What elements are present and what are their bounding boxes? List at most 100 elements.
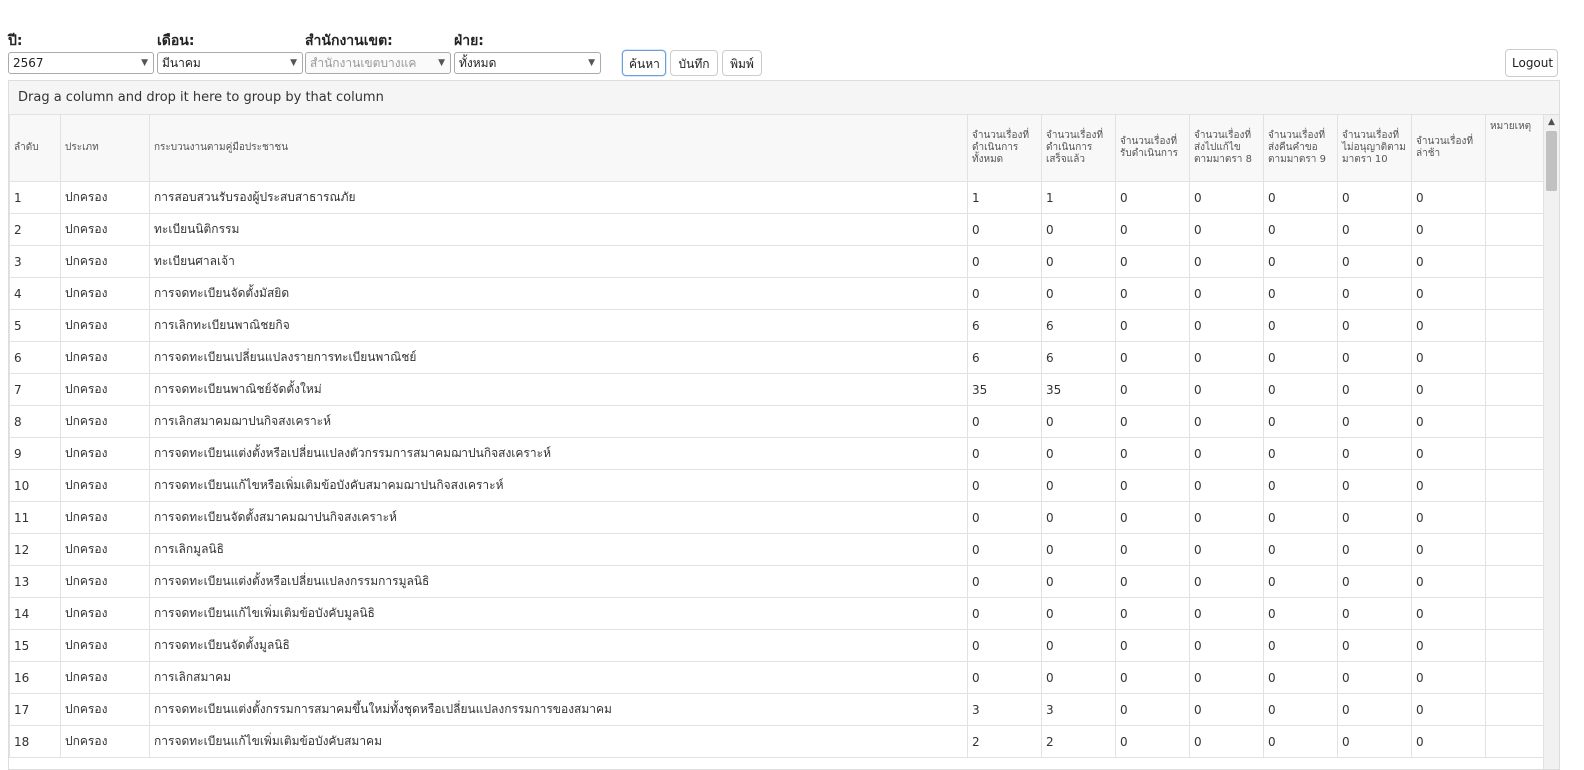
column-header-1[interactable]: ประเภท <box>60 114 150 182</box>
table-cell: 0 <box>1115 181 1190 214</box>
table-cell: การจดทะเบียนแก้ไขหรือเพิ่มเติมข้อบังคับส… <box>149 469 968 502</box>
table-cell: 0 <box>1411 245 1486 278</box>
table-cell: 0 <box>967 565 1042 598</box>
table-cell: การจดทะเบียนจัดตั้งมูลนิธิ <box>149 629 968 662</box>
table-cell: การสอบสวนรับรองผู้ประสบสาธารณภัย <box>149 181 968 214</box>
table-row[interactable]: 3 ปกครอง ทะเบียนศาลเจ้า 0 0 0 0 0 0 0 <box>9 245 1545 278</box>
table-cell: 6 <box>1041 309 1116 342</box>
table-cell: 1 <box>1041 181 1116 214</box>
table-row[interactable]: 16 ปกครอง การเลิกสมาคม 0 0 0 0 0 0 0 <box>9 661 1545 694</box>
table-cell: ปกครอง <box>60 309 150 342</box>
table-cell: 0 <box>1263 373 1338 406</box>
table-row[interactable]: 2 ปกครอง ทะเบียนนิติกรรม 0 0 0 0 0 0 0 <box>9 213 1545 246</box>
table-cell: การจดทะเบียนแต่งตั้งกรรมการสมาคมขึ้นใหม่… <box>149 693 968 726</box>
district-select[interactable]: สำนักงานเขตบางแค ▼ <box>305 52 451 74</box>
month-select[interactable]: มีนาคม ▼ <box>157 52 303 74</box>
division-select[interactable]: ทั้งหมด ▼ <box>454 52 601 74</box>
table-cell: การจดทะเบียนเปลี่ยนแปลงรายการทะเบียนพาณิ… <box>149 341 968 374</box>
table-cell: 0 <box>1411 213 1486 246</box>
chevron-down-icon: ▼ <box>588 58 595 68</box>
table-cell: 35 <box>967 373 1042 406</box>
table-cell: 0 <box>1041 437 1116 470</box>
column-header-0[interactable]: ลำดับ <box>9 114 61 182</box>
table-cell: 0 <box>1041 565 1116 598</box>
table-cell: 0 <box>1189 469 1264 502</box>
table-cell: 0 <box>1337 693 1412 726</box>
table-row[interactable]: 15 ปกครอง การจดทะเบียนจัดตั้งมูลนิธิ 0 0 0 0 0 0… <box>9 629 1545 662</box>
table-row[interactable]: 1 ปกครอง การสอบสวนรับรองผู้ประสบสาธารณภัย 1… <box>9 181 1545 214</box>
table-cell: 16 <box>9 661 61 694</box>
table-cell: ปกครอง <box>60 373 150 406</box>
scrollbar-thumb[interactable] <box>1546 131 1557 191</box>
table-row[interactable]: 4 ปกครอง การจดทะเบียนจัดตั้งมัสยิด 0 0 0 0 0 0 0 <box>9 277 1545 310</box>
table-cell: 14 <box>9 597 61 630</box>
table-cell: การเลิกสมาคมฌาปนกิจสงเคราะห์ <box>149 405 968 438</box>
table-cell: ปกครอง <box>60 693 150 726</box>
chevron-down-icon: ▼ <box>438 58 445 68</box>
table-row[interactable]: 9 ปกครอง การจดทะเบียนแต่งตั้งหรือเปลี่ยนแป… <box>9 437 1545 470</box>
table-row[interactable]: 10 ปกครอง การจดทะเบียนแก้ไขหรือเพิ่มเติมข้… <box>9 469 1545 502</box>
table-cell: 0 <box>1411 181 1486 214</box>
group-by-panel[interactable]: Drag a column and drop it here to group … <box>9 81 1559 115</box>
table-cell: 6 <box>9 341 61 374</box>
table-cell: 0 <box>1041 245 1116 278</box>
table-cell: ปกครอง <box>60 501 150 534</box>
vertical-scrollbar[interactable]: ▲ <box>1543 115 1559 769</box>
column-header-9[interactable]: จำนวนเรื่องที่ล่าช้า <box>1411 114 1486 182</box>
table-cell: ปกครอง <box>60 245 150 278</box>
table-cell <box>1485 277 1545 310</box>
table-cell: 0 <box>1411 277 1486 310</box>
table-cell: การจดทะเบียนแก้ไขเพิ่มเติมข้อบังคับมูลนิ… <box>149 597 968 630</box>
table-cell: 0 <box>967 277 1042 310</box>
table-cell: 0 <box>967 437 1042 470</box>
table-cell: 0 <box>1411 533 1486 566</box>
table-cell: 0 <box>1411 629 1486 662</box>
table-header-row: ลำดับ ประเภท กระบวนงานตามคู่มือประชาชน จำนว… <box>9 114 1545 182</box>
column-header-7[interactable]: จำนวนเรื่องที่ส่งคืนคำขอตามมาตรา 9 <box>1263 114 1338 182</box>
column-header-6[interactable]: จำนวนเรื่องที่ส่งไปแก้ไขตามมาตรา 8 <box>1189 114 1264 182</box>
table-row[interactable]: 8 ปกครอง การเลิกสมาคมฌาปนกิจสงเคราะห์ 0 0 0 0 0… <box>9 405 1545 438</box>
division-label: ฝ่าย: <box>454 33 484 49</box>
table-cell: 0 <box>1115 277 1190 310</box>
table-cell: 0 <box>1189 661 1264 694</box>
table-row[interactable]: 12 ปกครอง การเลิกมูลนิธิ 0 0 0 0 0 0 0 <box>9 533 1545 566</box>
table-cell: 0 <box>1411 405 1486 438</box>
column-header-10[interactable]: หมายเหตุ <box>1485 114 1545 182</box>
save-button[interactable]: บันทึก <box>670 50 718 76</box>
chevron-down-icon: ▼ <box>141 58 148 68</box>
table-cell: การจดทะเบียนแต่งตั้งหรือเปลี่ยนแปลงกรรมก… <box>149 565 968 598</box>
table-row[interactable]: 18 ปกครอง การจดทะเบียนแก้ไขเพิ่มเติมข้อบัง… <box>9 725 1545 758</box>
table-row[interactable]: 7 ปกครอง การจดทะเบียนพาณิชย์จัดตั้งใหม่ 35 3… <box>9 373 1545 406</box>
table-row[interactable]: 11 ปกครอง การจดทะเบียนจัดตั้งสมาคมฌาปนกิจส… <box>9 501 1545 534</box>
search-button[interactable]: ค้นหา <box>622 50 666 76</box>
table-cell: 17 <box>9 693 61 726</box>
table-cell: 0 <box>1263 469 1338 502</box>
table-cell <box>1485 309 1545 342</box>
table-cell: 0 <box>967 533 1042 566</box>
column-header-2[interactable]: กระบวนงานตามคู่มือประชาชน <box>149 114 968 182</box>
table-cell: การเลิกมูลนิธิ <box>149 533 968 566</box>
table-row[interactable]: 5 ปกครอง การเลิกทะเบียนพาณิชยกิจ 6 6 0 0 0 0 0 <box>9 309 1545 342</box>
table-cell: 3 <box>9 245 61 278</box>
print-button[interactable]: พิมพ์ <box>722 50 762 76</box>
table-cell: 13 <box>9 565 61 598</box>
column-header-5[interactable]: จำนวนเรื่องที่รับดำเนินการ <box>1115 114 1190 182</box>
logout-button[interactable]: Logout <box>1505 49 1558 77</box>
column-header-8[interactable]: จำนวนเรื่องที่ไม่อนุญาติตามมาตรา 10 <box>1337 114 1412 182</box>
table-row[interactable]: 6 ปกครอง การจดทะเบียนเปลี่ยนแปลงรายการทะเบ… <box>9 341 1545 374</box>
table-cell: 0 <box>1337 373 1412 406</box>
table-row[interactable]: 14 ปกครอง การจดทะเบียนแก้ไขเพิ่มเติมข้อบัง… <box>9 597 1545 630</box>
table-row[interactable]: 17 ปกครอง การจดทะเบียนแต่งตั้งกรรมการสมาคม… <box>9 693 1545 726</box>
table-cell: 0 <box>1041 405 1116 438</box>
table-cell <box>1485 501 1545 534</box>
table-cell: 0 <box>1189 565 1264 598</box>
table-row[interactable]: 13 ปกครอง การจดทะเบียนแต่งตั้งหรือเปลี่ยนแ… <box>9 565 1545 598</box>
column-header-3[interactable]: จำนวนเรื่องที่ดำเนินการทั้งหมด <box>967 114 1042 182</box>
table-cell: 0 <box>1115 245 1190 278</box>
table-cell: 0 <box>1041 661 1116 694</box>
table-cell: การจดทะเบียนแก้ไขเพิ่มเติมข้อบังคับสมาคม <box>149 725 968 758</box>
scroll-up-arrow-icon[interactable]: ▲ <box>1544 117 1559 127</box>
column-header-4[interactable]: จำนวนเรื่องที่ดำเนินการเสร็จแล้ว <box>1041 114 1116 182</box>
year-select[interactable]: 2567 ▼ <box>8 52 154 74</box>
table-cell: 0 <box>1337 213 1412 246</box>
